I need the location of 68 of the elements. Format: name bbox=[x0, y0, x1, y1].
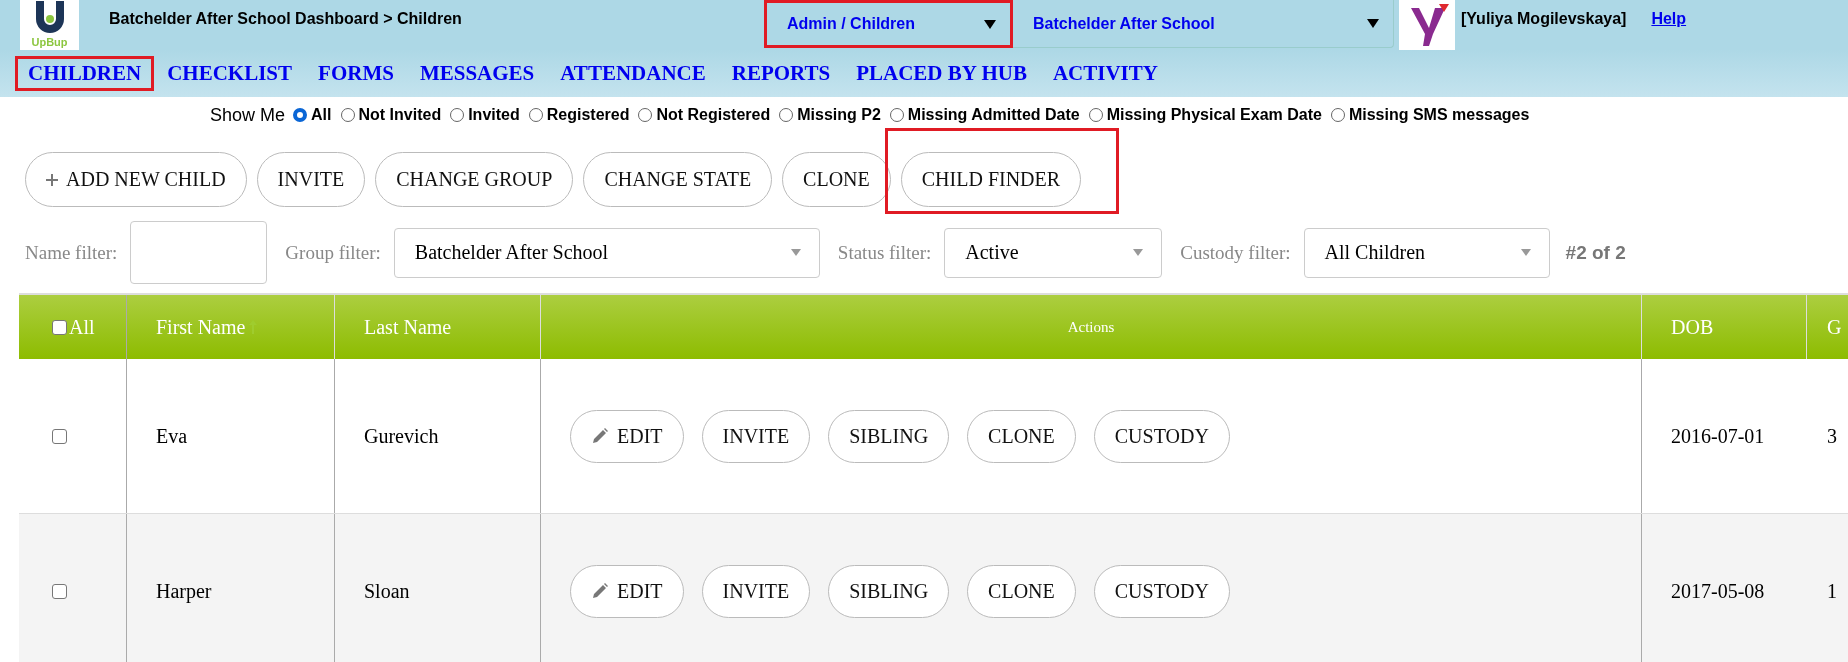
row-action-button[interactable]: CUSTODY bbox=[1093, 409, 1230, 463]
caret-icon bbox=[790, 249, 801, 256]
user-name: [Yuliya Mogilevskaya] bbox=[1461, 10, 1627, 28]
row-action-button[interactable]: INVITE bbox=[701, 409, 811, 463]
filter-radio[interactable]: Not Registered bbox=[638, 106, 771, 124]
nav-tab[interactable]: ACTIVITY bbox=[1039, 56, 1171, 91]
select-all-checkbox[interactable] bbox=[52, 319, 67, 335]
table-cell: Sloan bbox=[364, 579, 410, 603]
filter-label: Custody filter: bbox=[1180, 241, 1291, 264]
nav-tab[interactable]: FORMS bbox=[305, 56, 407, 91]
row-action-button[interactable]: SIBLING bbox=[828, 409, 950, 463]
nav-tab[interactable]: REPORTS bbox=[718, 56, 844, 91]
row-action-button[interactable]: CLONE bbox=[967, 409, 1076, 463]
row-action-button[interactable]: SIBLING bbox=[828, 564, 950, 618]
context-dropdown[interactable]: Admin / Children bbox=[764, 0, 1013, 48]
caret-icon bbox=[1520, 249, 1531, 256]
toolbar-button[interactable]: CHANGE STATE bbox=[583, 152, 773, 207]
row-action-button[interactable]: CLONE bbox=[967, 564, 1076, 618]
plus-icon bbox=[46, 173, 58, 186]
filter-dropdown[interactable]: Batchelder After School bbox=[393, 227, 820, 278]
toolbar-button[interactable]: CHILD FINDER bbox=[900, 152, 1082, 207]
name-filter-field[interactable] bbox=[130, 221, 268, 284]
toolbar-button[interactable]: CLONE bbox=[782, 152, 891, 207]
filter-radio[interactable]: All bbox=[293, 106, 332, 124]
filter-radio[interactable]: Missing Physical Exam Date bbox=[1088, 106, 1322, 124]
filter-radio[interactable]: Missing Admitted Date bbox=[889, 106, 1080, 124]
caret-icon bbox=[1367, 19, 1379, 28]
logo-text: UpBup bbox=[31, 37, 68, 48]
context-dropdown[interactable]: Batchelder After School bbox=[1013, 0, 1394, 48]
toolbar-button[interactable]: INVITE bbox=[256, 152, 366, 207]
table-cell: Gurevich bbox=[364, 424, 439, 448]
breadcrumb: Batchelder After School Dashboard > Children bbox=[109, 10, 463, 28]
filter-dropdown[interactable]: Active bbox=[944, 227, 1163, 278]
filter-label: Name filter: bbox=[25, 241, 118, 264]
caret-icon bbox=[984, 19, 996, 29]
pencil-icon bbox=[591, 582, 609, 600]
filter-label: Status filter: bbox=[837, 241, 932, 264]
filter-radio[interactable]: Missing P2 bbox=[779, 106, 881, 124]
filter-radio[interactable]: Not Invited bbox=[340, 106, 442, 124]
row-checkbox[interactable] bbox=[52, 583, 67, 599]
help-link[interactable]: Help bbox=[1651, 10, 1687, 28]
nav-tab[interactable]: MESSAGES bbox=[406, 56, 548, 91]
row-action-button[interactable]: CUSTODY bbox=[1093, 564, 1230, 618]
row-action-button[interactable]: EDIT bbox=[570, 409, 684, 463]
table-cell: 1 bbox=[1827, 579, 1837, 603]
result-count: #2 of 2 bbox=[1565, 241, 1626, 264]
table-cell: Harper bbox=[156, 579, 212, 603]
filter-label: Group filter: bbox=[285, 241, 381, 264]
table-cell: Eva bbox=[156, 424, 188, 448]
table-cell: 2017-05-08 bbox=[1671, 579, 1765, 603]
table-cell: 2016-07-01 bbox=[1671, 424, 1765, 448]
table-cell: 3 bbox=[1827, 424, 1837, 448]
nav-tab[interactable]: CHILDREN bbox=[15, 56, 155, 91]
caret-icon bbox=[1133, 249, 1144, 256]
nav-tab[interactable]: PLACED BY HUB bbox=[843, 56, 1040, 91]
nav-tab[interactable]: ATTENDANCE bbox=[547, 56, 719, 91]
row-checkbox[interactable] bbox=[52, 428, 67, 444]
row-action-button[interactable]: EDIT bbox=[570, 564, 684, 618]
pencil-icon bbox=[591, 427, 609, 445]
nav-tab[interactable]: CHECKLIST bbox=[154, 56, 306, 91]
row-action-button[interactable]: INVITE bbox=[701, 564, 811, 618]
toolbar-button[interactable]: CHANGE GROUP bbox=[375, 152, 574, 207]
show-me-label: Show Me bbox=[210, 104, 286, 126]
filter-radio[interactable]: Missing SMS messages bbox=[1330, 106, 1530, 124]
filter-radio[interactable]: Invited bbox=[450, 106, 520, 124]
filter-radio[interactable]: Registered bbox=[528, 106, 630, 124]
toolbar-button[interactable]: ADD NEW CHILD bbox=[25, 152, 247, 207]
filter-dropdown[interactable]: All Children bbox=[1303, 227, 1550, 278]
